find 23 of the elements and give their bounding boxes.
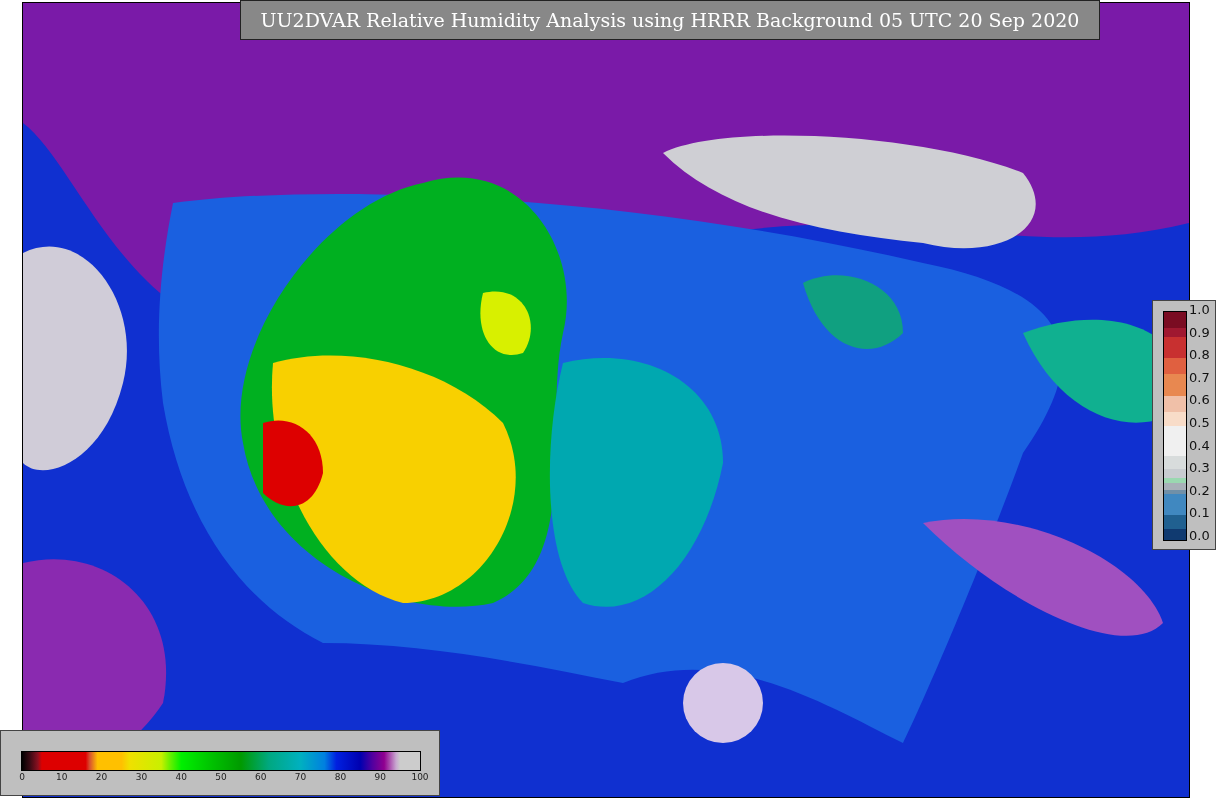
scale-label: 0 <box>19 772 25 782</box>
scale-label: 20 <box>95 772 108 782</box>
scale-label: 0.1 <box>1189 506 1210 521</box>
scale-label: 100 <box>411 772 429 782</box>
scale-label: 40 <box>175 772 187 782</box>
scale-label: 0.7 <box>1189 370 1210 385</box>
scale-label: 90 <box>374 772 386 782</box>
scale-label: 0.5 <box>1189 415 1210 430</box>
scale-label: 0.9 <box>1189 325 1210 340</box>
scale-label: 1.0 <box>1189 303 1210 317</box>
scale-label: 0.2 <box>1189 483 1210 498</box>
scale-label: 0.0 <box>1189 528 1210 543</box>
scale-label: 10 <box>56 772 68 782</box>
scale-label: 0.8 <box>1189 348 1210 363</box>
scale-label: 50 <box>215 772 227 782</box>
scale-label: 60 <box>255 772 267 782</box>
scale-label: 30 <box>135 772 148 782</box>
scale-label: 0.6 <box>1189 393 1210 408</box>
map-title: UU2DVAR Relative Humidity Analysis using HRRR Background 05 UTC 20 Sep 2020 <box>240 0 1100 40</box>
scale-label: 0.3 <box>1189 461 1210 476</box>
scale-label: 70 <box>294 772 307 782</box>
scale-label: 80 <box>334 772 347 782</box>
scale-label: 0.4 <box>1189 438 1210 453</box>
